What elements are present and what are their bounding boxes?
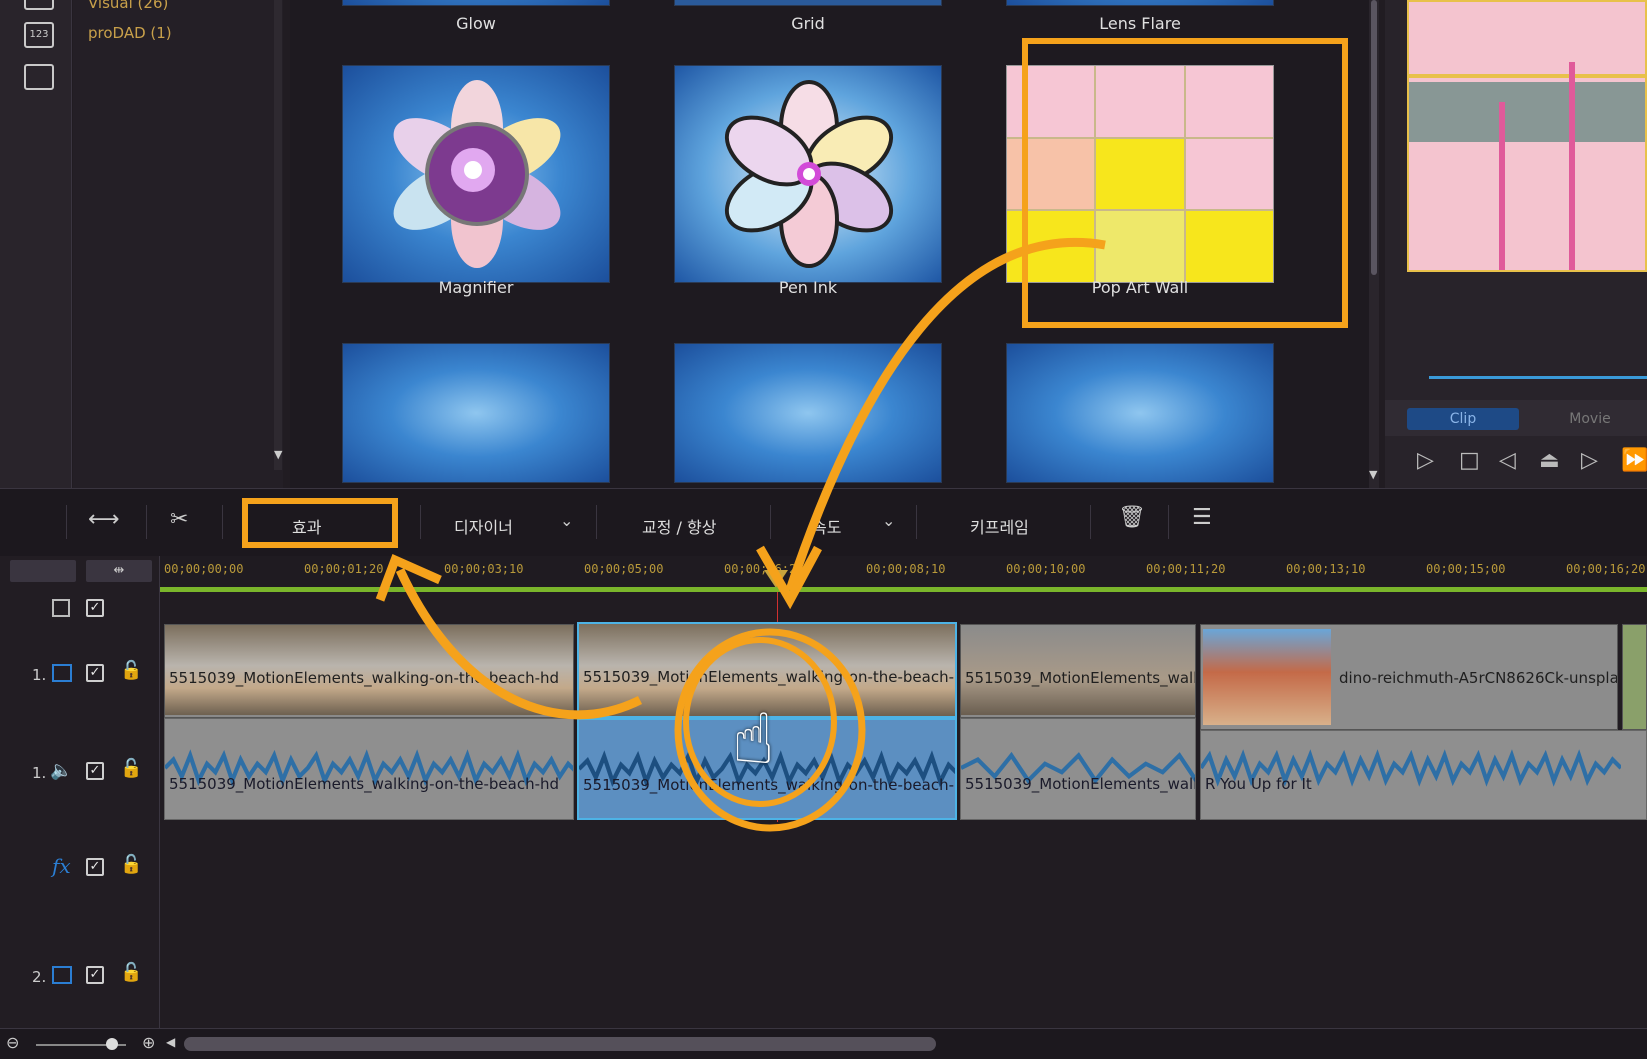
tutorial-arrows bbox=[375, 238, 1106, 832]
hand-cursor-icon: ☝ bbox=[732, 698, 775, 780]
